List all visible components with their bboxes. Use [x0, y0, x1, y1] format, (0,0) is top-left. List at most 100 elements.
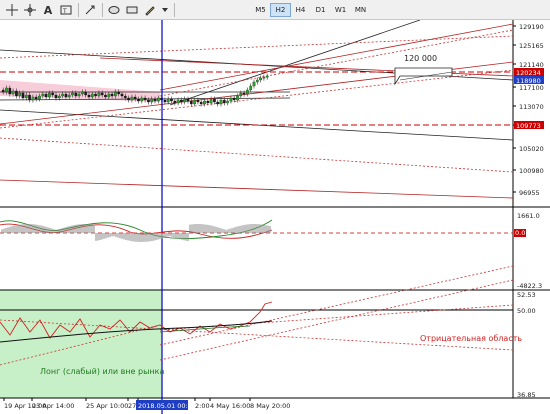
arrows-icon[interactable]: [82, 2, 98, 18]
candle-body: [265, 75, 269, 78]
price-tick-label: 105020: [519, 145, 544, 153]
candle-body: [28, 94, 31, 101]
candle-body: [100, 92, 104, 96]
grid-icon[interactable]: [22, 2, 38, 18]
candle-body: [133, 96, 137, 100]
macd-pane: [0, 219, 513, 242]
candle-body: [71, 92, 74, 96]
candle-body: [74, 92, 78, 97]
dropdown-icon[interactable]: [160, 2, 170, 18]
candle-body: [11, 90, 15, 95]
level-red-marker: 109773: [516, 122, 541, 130]
macd-axis: 1661.0 0.0 -4822.3: [514, 212, 542, 290]
candle-body: [57, 95, 61, 99]
candle-body: [147, 99, 150, 103]
price-tick-label: 125165: [519, 42, 544, 50]
rectangle-icon[interactable]: [124, 2, 140, 18]
candle-body: [189, 100, 193, 105]
candle-body: [236, 95, 239, 101]
candle-body: [18, 92, 22, 97]
price-tick-label: 113070: [519, 103, 544, 111]
candle-body: [94, 93, 97, 97]
candle-body: [246, 89, 249, 95]
candle-body: [173, 100, 177, 104]
timeframe-d1[interactable]: D1: [310, 3, 331, 17]
candle-body: [38, 95, 41, 100]
chart-toolbar: A T M5 H2 H4 D1 W1 MN: [0, 0, 550, 20]
price-axis[interactable]: 1291901251651211401171001130701090451050…: [513, 23, 544, 197]
candle-body: [213, 98, 216, 103]
candle-body: [206, 100, 210, 104]
timeframe-h2[interactable]: H2: [270, 3, 291, 17]
candle-body: [87, 94, 91, 98]
candle-body: [209, 98, 213, 104]
candle-body: [183, 98, 187, 103]
candle-body: [219, 99, 223, 105]
candle-body: [123, 95, 127, 99]
time-tick-label: 4 May 16:00: [210, 402, 250, 410]
candle-body: [110, 93, 114, 97]
candle-body: [24, 94, 28, 99]
candle-body: [81, 91, 84, 95]
candle-body: [259, 77, 262, 81]
rsi-axis: 52.53 50.00 36.85: [517, 291, 536, 399]
candle-body: [226, 100, 229, 104]
candle-body: [180, 99, 183, 103]
price-tick-label: 117100: [519, 84, 544, 92]
candle-body: [107, 93, 111, 98]
rsi-axis-bottom: 36.85: [517, 391, 536, 399]
candle-body: [163, 99, 167, 103]
macd-axis-bottom: -4822.3: [517, 282, 542, 290]
candle-body: [239, 92, 243, 97]
candle-body: [8, 87, 12, 95]
candle-body: [199, 101, 203, 105]
candle-body: [114, 91, 117, 97]
timeframe-m5[interactable]: M5: [250, 3, 271, 17]
candle-body: [140, 97, 144, 102]
candle-body: [137, 98, 140, 102]
text-icon[interactable]: A: [40, 2, 56, 18]
candle-body: [44, 93, 48, 98]
time-axis[interactable]: 19 Apr 10:0023 Apr 14:00 25 Apr 10:00 27 A…: [3, 398, 290, 410]
timeframe-w1[interactable]: W1: [330, 3, 351, 17]
candle-body: [186, 98, 190, 102]
candle-body: [203, 100, 206, 105]
price-tick-label: 129190: [519, 23, 544, 31]
timeframe-h4[interactable]: H4: [290, 3, 311, 17]
candle-body: [21, 92, 25, 99]
long-zone-fill: [0, 290, 162, 398]
rsi-axis-top: 52.53: [517, 291, 536, 299]
price-tick-label: 100980: [519, 167, 544, 175]
candle-body: [143, 97, 147, 101]
price-tick-label: 121140: [519, 61, 544, 69]
timeframe-mn[interactable]: MN: [350, 3, 371, 17]
candle-body: [51, 92, 55, 96]
candle-body: [31, 96, 35, 101]
candle-body: [262, 76, 266, 79]
candle-body: [117, 91, 121, 95]
candle-body: [193, 99, 196, 105]
negative-zone-label: Отрицательная область: [420, 334, 522, 343]
candle-body: [104, 94, 107, 98]
long-zone-label: Лонг (слабый) или вне рынка: [40, 367, 164, 376]
candle-body: [156, 97, 160, 102]
candle-body: [54, 94, 58, 99]
time-tick-label: 2018.05.01 00:00: [138, 402, 196, 410]
candle-body: [127, 97, 130, 101]
candle-body: [170, 98, 173, 102]
candle-body: [77, 93, 81, 97]
candle-body: [216, 101, 220, 105]
candle-body: [153, 98, 157, 102]
pencil-icon[interactable]: [142, 2, 158, 18]
time-tick-label: 25 Apr 10:00: [86, 402, 128, 410]
crosshair-icon[interactable]: [4, 2, 20, 18]
candle-body: [1, 89, 5, 93]
chart-area[interactable]: 120 000 Отрицательная область Лонг (слаб…: [0, 20, 550, 414]
candle-body: [249, 85, 253, 91]
ellipse-icon[interactable]: [106, 2, 122, 18]
candle-body: [196, 99, 200, 103]
candle-body: [222, 99, 226, 104]
label-icon[interactable]: T: [58, 2, 74, 18]
candle-body: [64, 93, 68, 98]
candle-body: [255, 79, 259, 83]
